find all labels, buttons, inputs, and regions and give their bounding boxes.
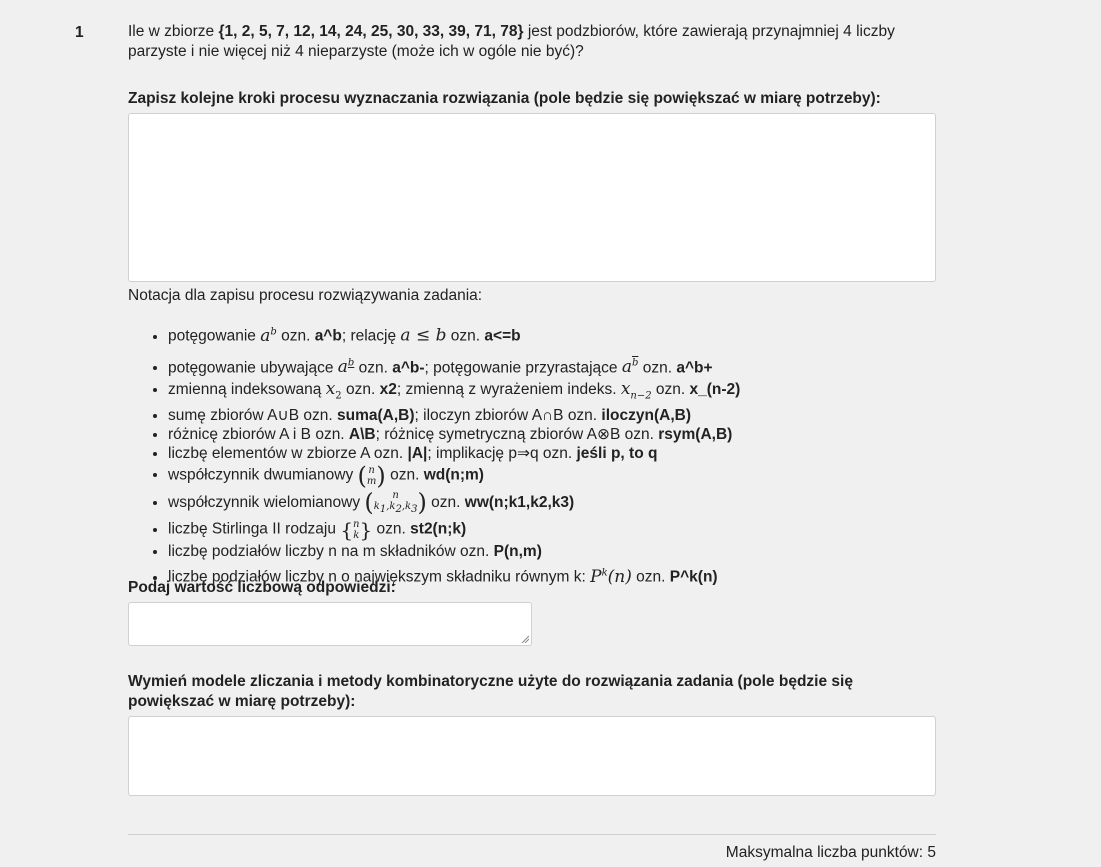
resize-handle-icon[interactable]	[521, 635, 529, 643]
list-item: potęgowanie ab ozn. a^b; relację a ≤ b o…	[168, 320, 740, 349]
question-text: Ile w zbiorze {1, 2, 5, 7, 12, 14, 24, 2…	[128, 23, 895, 60]
list-item: liczbę podziałów liczby n na m składnikó…	[168, 542, 740, 561]
models-label: Wymień modele zliczania i metody kombina…	[128, 673, 853, 710]
footer-divider	[128, 834, 936, 835]
multinomial-symbol: (n k1,k2,k3)	[364, 488, 427, 517]
steps-label: Zapisz kolejne kroki procesu wyznaczania…	[128, 90, 881, 107]
list-item: współczynnik dwumianowy (nm) ozn. wd(n;m…	[168, 463, 740, 488]
answer-input[interactable]	[128, 602, 532, 646]
list-item: zmienną indeksowaną x2 ozn. x2; zmienną …	[168, 380, 740, 405]
steps-textarea[interactable]	[128, 113, 936, 282]
list-item: różnicę zbiorów A i B ozn. A\B; różnicę …	[168, 425, 740, 444]
list-item: współczynnik wielomianowy (nk1,k2,k3) oz…	[168, 488, 740, 518]
list-item: liczbę elementów w zbiorze A ozn. |A|; i…	[168, 444, 740, 463]
answer-label: Podaj wartość liczbową odpowiedzi:	[128, 579, 396, 596]
list-item: liczbę Stirlinga II rodzaju {nk} ozn. st…	[168, 517, 740, 542]
list-item: potęgowanie ubywające ab ozn. a^b-; potę…	[168, 352, 740, 381]
max-points: Maksymalna liczba punktów: 5	[725, 844, 936, 861]
question-content: Ile w zbiorze {1, 2, 5, 7, 12, 14, 24, 2…	[128, 22, 936, 861]
list-item: sumę zbiorów A∪B ozn. suma(A,B); iloczyn…	[168, 406, 740, 425]
question-number: 1	[75, 24, 84, 41]
stirling-symbol: {n k}	[340, 518, 373, 543]
notation-title: Notacja dla zapisu procesu rozwiązywania…	[128, 287, 483, 304]
notation-list: potęgowanie ab ozn. a^b; relację a ≤ b o…	[128, 318, 740, 590]
binomial-symbol: (n m)	[357, 461, 386, 490]
number-set: {1, 2, 5, 7, 12, 14, 24, 25, 30, 33, 39,…	[218, 23, 524, 40]
models-textarea[interactable]	[128, 716, 936, 796]
